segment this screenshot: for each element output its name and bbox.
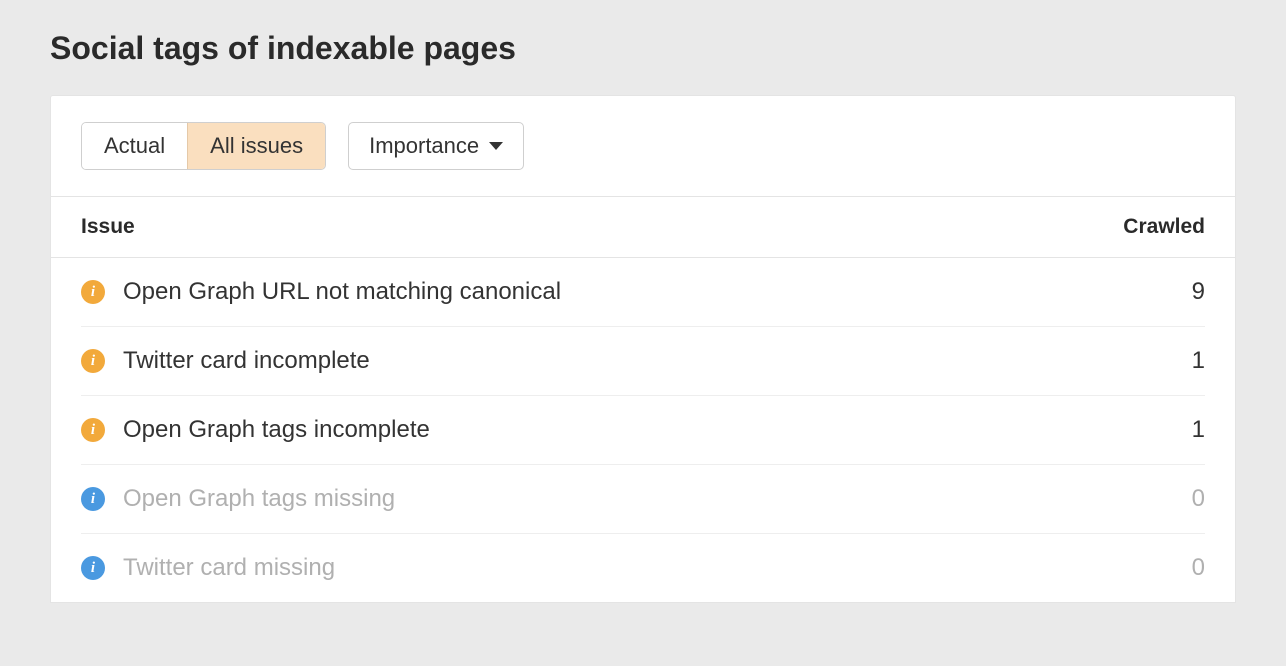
tab-actual[interactable]: Actual (82, 123, 187, 169)
table-row[interactable]: i Twitter card missing 0 (81, 534, 1205, 602)
info-icon: i (81, 556, 105, 580)
info-icon: i (81, 349, 105, 373)
column-header-crawled: Crawled (1095, 215, 1205, 239)
issue-label: Open Graph tags missing (123, 485, 1145, 513)
info-icon: i (81, 487, 105, 511)
crawled-count: 1 (1145, 347, 1205, 375)
info-icon: i (81, 418, 105, 442)
issue-label: Open Graph tags incomplete (123, 416, 1145, 444)
chevron-down-icon (489, 142, 503, 150)
toolbar: Actual All issues Importance (51, 96, 1235, 197)
issue-label: Open Graph URL not matching canonical (123, 278, 1145, 306)
info-icon: i (81, 280, 105, 304)
crawled-count: 0 (1145, 554, 1205, 582)
filter-segmented-control: Actual All issues (81, 122, 326, 170)
issues-panel: Actual All issues Importance Issue Crawl… (50, 95, 1236, 603)
table-row[interactable]: i Open Graph tags missing 0 (81, 465, 1205, 534)
table-header: Issue Crawled (51, 197, 1235, 258)
tab-all-issues[interactable]: All issues (187, 123, 325, 169)
table-body: i Open Graph URL not matching canonical … (51, 258, 1235, 602)
sort-dropdown[interactable]: Importance (348, 122, 524, 170)
sort-dropdown-label: Importance (369, 133, 479, 159)
issue-label: Twitter card missing (123, 554, 1145, 582)
page-title: Social tags of indexable pages (50, 30, 1236, 67)
crawled-count: 0 (1145, 485, 1205, 513)
table-row[interactable]: i Open Graph tags incomplete 1 (81, 396, 1205, 465)
table-row[interactable]: i Open Graph URL not matching canonical … (81, 258, 1205, 327)
crawled-count: 9 (1145, 278, 1205, 306)
crawled-count: 1 (1145, 416, 1205, 444)
column-header-issue: Issue (81, 215, 1095, 239)
issue-label: Twitter card incomplete (123, 347, 1145, 375)
table-row[interactable]: i Twitter card incomplete 1 (81, 327, 1205, 396)
